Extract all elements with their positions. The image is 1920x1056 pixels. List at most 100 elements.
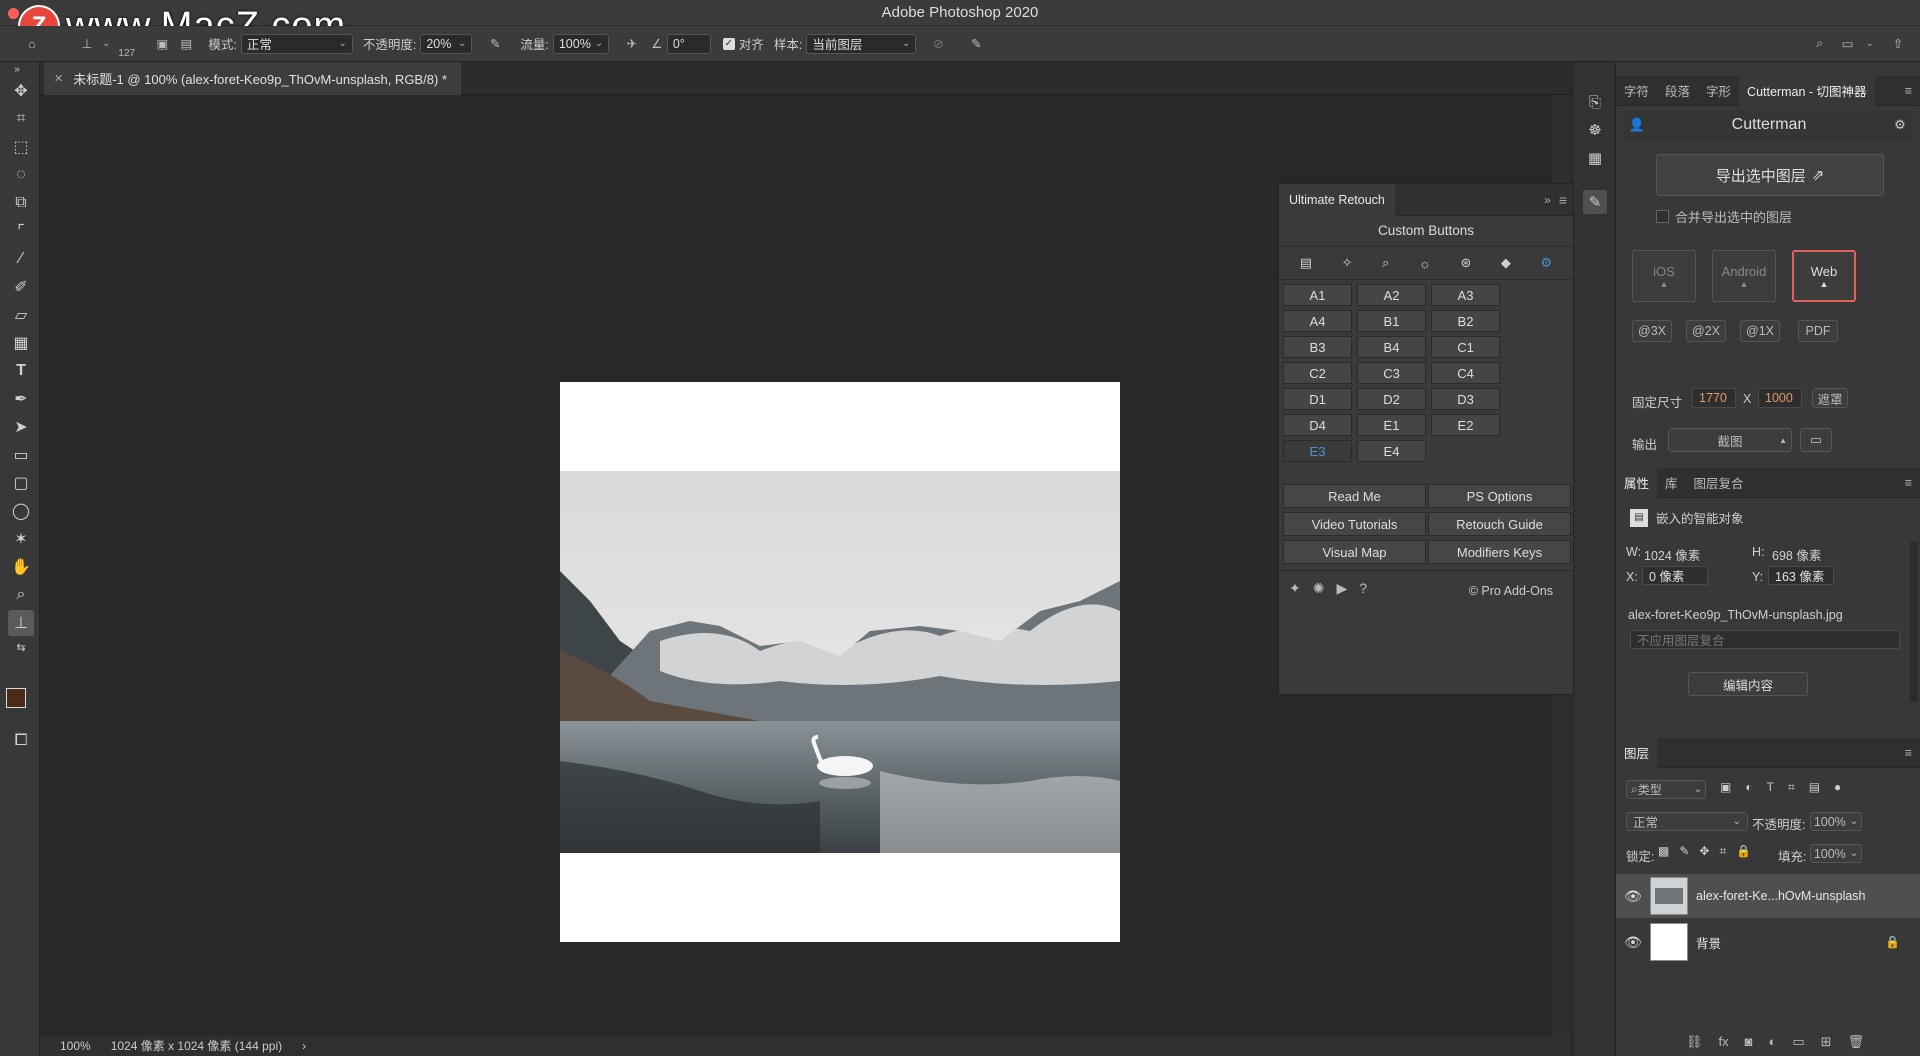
zoom-level[interactable]: 100% — [60, 1039, 91, 1053]
object-select-tool-icon[interactable]: ⧉ — [8, 190, 34, 216]
tab-glyphs[interactable]: 字形 — [1698, 81, 1739, 100]
magnify-icon[interactable]: ⌕ — [1382, 255, 1389, 271]
fill-field[interactable]: 100% ⌄ — [1810, 844, 1862, 863]
custom-button-c3[interactable]: C3 — [1357, 362, 1426, 384]
ultimate-retouch-tab[interactable]: Ultimate Retouch — [1279, 183, 1395, 216]
video-icon[interactable]: ▶ — [1336, 580, 1347, 597]
document-tab[interactable]: ✕ 未标题-1 @ 100% (alex-foret-Keo9p_ThOvM-u… — [44, 62, 461, 95]
color-palette-icon[interactable]: ☸ — [1583, 118, 1607, 142]
rectangle-tool-icon[interactable]: ▭ — [8, 442, 34, 468]
history-icon[interactable]: ⎘ — [1583, 90, 1607, 114]
ps-options-button[interactable]: PS Options — [1428, 484, 1571, 508]
lock-artboard-icon[interactable]: ⌗ — [1719, 844, 1726, 859]
swap-colors-icon[interactable]: ⇆ — [8, 640, 34, 654]
hand-tool-icon[interactable]: ✋ — [8, 554, 34, 580]
path-select-tool-icon[interactable]: ➤ — [8, 414, 34, 440]
clone-stamp-tool-icon[interactable]: ⊥ — [8, 610, 34, 636]
custom-shape-tool-icon[interactable]: ✶ — [8, 526, 34, 552]
sparkle-icon[interactable]: ✦ — [1289, 580, 1301, 597]
new-layer-icon[interactable]: ⊞ — [1821, 1034, 1832, 1050]
y-field[interactable]: 163 像素 — [1768, 566, 1834, 585]
platform-web-button[interactable]: Web ▲ — [1792, 250, 1856, 302]
fixed-width-field[interactable]: 1770 — [1692, 388, 1736, 408]
output-select[interactable]: 截图 ▲ — [1668, 428, 1792, 452]
custom-button-e1[interactable]: E1 — [1357, 414, 1426, 436]
lock-all-icon[interactable]: 🔒 — [1736, 844, 1751, 859]
scale-3x-button[interactable]: @3X — [1632, 320, 1672, 342]
layer-row[interactable]: 👁 背景 🔒 — [1616, 920, 1920, 964]
heal-icon[interactable]: ✧ — [1342, 255, 1353, 271]
brush-tool-icon[interactable]: ✐ — [8, 274, 34, 300]
custom-button-b4[interactable]: B4 — [1357, 336, 1426, 358]
merge-export-checkbox[interactable]: 合并导出选中的图层 — [1656, 207, 1792, 226]
custom-button-e3[interactable]: E3 — [1283, 440, 1352, 462]
tab-paragraph[interactable]: 段落 — [1657, 81, 1698, 100]
table-icon[interactable]: ▦ — [1583, 146, 1607, 170]
properties-scrollbar[interactable] — [1910, 542, 1918, 702]
custom-button-e4[interactable]: E4 — [1357, 440, 1426, 462]
modifiers-keys-button[interactable]: Modifiers Keys — [1428, 540, 1571, 564]
tab-layers[interactable]: 图层 — [1616, 737, 1658, 768]
clone-stamp-preset-icon[interactable]: ⊥ — [76, 36, 98, 51]
type-tool-icon[interactable]: T — [8, 358, 34, 384]
foreground-color-swatch[interactable] — [6, 688, 26, 708]
zoom-tool-icon[interactable]: ⌕ — [8, 582, 34, 608]
adjustment-layer-icon[interactable]: ◐ — [1769, 1034, 1777, 1050]
custom-button-d4[interactable]: D4 — [1283, 414, 1352, 436]
close-icon[interactable]: ✕ — [54, 72, 63, 85]
tab-properties[interactable]: 属性 — [1616, 467, 1658, 498]
x-field[interactable]: 0 像素 — [1642, 566, 1708, 585]
edit-panel-icon[interactable]: ✎ — [1583, 190, 1607, 214]
layer-opacity-field[interactable]: 100% ⌄ — [1810, 812, 1862, 831]
gradient-tool-icon[interactable]: ▦ — [8, 330, 34, 356]
shape-filter-icon[interactable]: ⌗ — [1788, 780, 1795, 795]
collapse-toolbar-icon[interactable]: » — [4, 62, 30, 76]
mode-select[interactable]: 正常 ⌄ — [240, 33, 353, 54]
marquee-tool-icon[interactable]: ⬚ — [8, 134, 34, 160]
color-channels-icon[interactable]: ⊛ — [1460, 255, 1471, 271]
aperture-icon[interactable]: ✺ — [1313, 580, 1325, 597]
airbrush-icon[interactable]: ✈ — [617, 36, 647, 51]
angle-field[interactable]: 0° — [666, 33, 711, 54]
w-value[interactable]: 1024 像素 — [1644, 545, 1700, 564]
pressure-opacity-icon[interactable]: ✎ — [480, 36, 510, 51]
custom-button-d2[interactable]: D2 — [1357, 388, 1426, 410]
brightness-icon[interactable]: ☼ — [1419, 256, 1431, 271]
artboard-tool-icon[interactable]: ⌗ — [8, 106, 34, 132]
opacity-field[interactable]: 20% ⌄ — [420, 33, 473, 54]
trash-icon[interactable]: 🗑 — [1848, 1034, 1865, 1050]
retouch-guide-button[interactable]: Retouch Guide — [1428, 512, 1571, 536]
tab-libraries[interactable]: 库 — [1657, 473, 1686, 492]
visibility-eye-icon[interactable]: 👁 — [1616, 888, 1650, 905]
smart-filter-icon[interactable]: ▤ — [1809, 780, 1820, 795]
blend-mode-select[interactable]: 正常 ⌄ — [1626, 812, 1748, 831]
clone-source-icon[interactable]: ▤ — [174, 36, 198, 51]
custom-button-a2[interactable]: A2 — [1357, 284, 1426, 306]
pen-tool-icon[interactable]: ✒ — [8, 386, 34, 412]
brush-settings-icon[interactable]: ▣ — [150, 36, 174, 51]
visibility-eye-icon[interactable]: 👁 — [1616, 934, 1650, 951]
custom-button-a3[interactable]: A3 — [1431, 284, 1500, 306]
eraser-tool-icon[interactable]: ▱ — [8, 302, 34, 328]
link-layers-icon[interactable]: ⛓ — [1686, 1034, 1703, 1050]
screen-mode-icon[interactable]: ⧠ — [8, 728, 34, 754]
video-tutorials-button[interactable]: Video Tutorials — [1283, 512, 1426, 536]
help-icon[interactable]: ? — [1359, 580, 1367, 597]
custom-button-c4[interactable]: C4 — [1431, 362, 1500, 384]
eyedropper-tool-icon[interactable]: ⁄ — [8, 246, 34, 272]
custom-button-e2[interactable]: E2 — [1431, 414, 1500, 436]
collapse-icon[interactable]: » — [1544, 193, 1551, 207]
share-icon[interactable]: ⇧ — [1884, 36, 1912, 51]
platform-android-button[interactable]: Android ▲ — [1712, 250, 1776, 302]
read-me-button[interactable]: Read Me — [1283, 484, 1426, 508]
brush-size-preview[interactable]: 127 — [110, 29, 150, 59]
folder-icon[interactable]: ▭ — [1800, 428, 1832, 452]
ignore-adjustment-icon[interactable]: ⊘ — [922, 36, 954, 51]
custom-button-c2[interactable]: C2 — [1283, 362, 1352, 384]
crop-tool-icon[interactable]: ⌜ — [8, 218, 34, 244]
document-icon[interactable]: ▤ — [1300, 255, 1312, 271]
new-group-icon[interactable]: ▭ — [1792, 1034, 1804, 1050]
tab-layer-comps[interactable]: 图层复合 — [1686, 473, 1752, 492]
adjustment-filter-icon[interactable]: ◐ — [1745, 780, 1752, 795]
ellipse-tool-icon[interactable]: ◯ — [8, 498, 34, 524]
